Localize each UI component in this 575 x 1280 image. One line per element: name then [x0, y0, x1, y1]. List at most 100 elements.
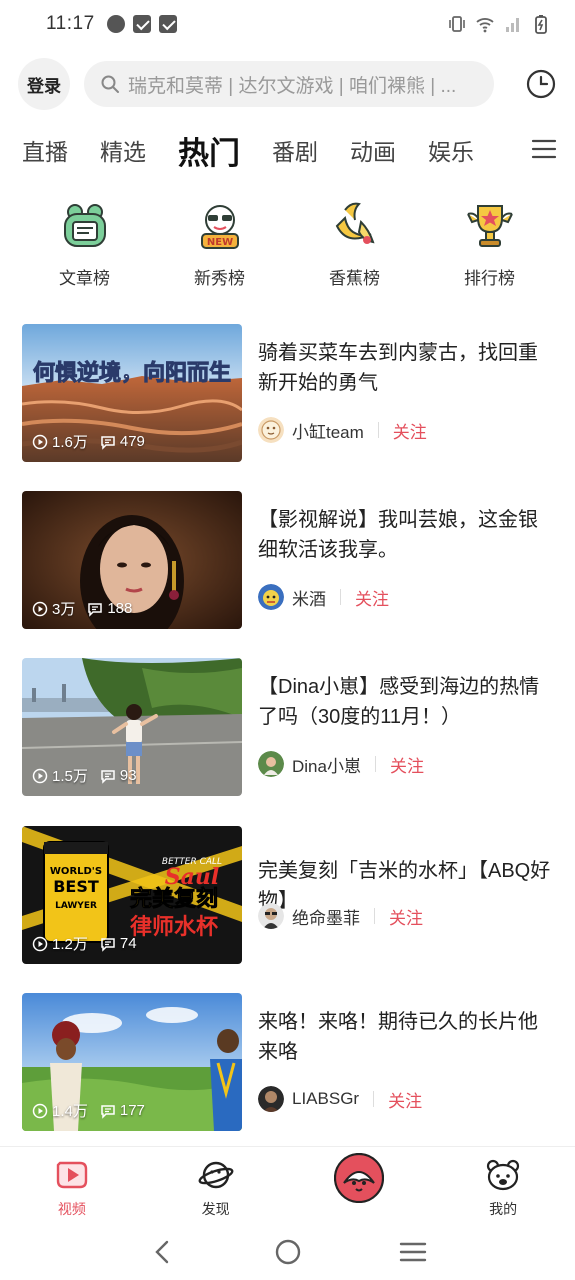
video-title[interactable]: 来咯！来咯！期待已久的长片他来咯: [258, 1007, 554, 1067]
divider: [374, 908, 375, 924]
author-name[interactable]: 米酒: [292, 585, 326, 610]
author-name[interactable]: 小缸team: [292, 418, 364, 443]
rank-banana[interactable]: 香蕉榜: [287, 200, 422, 296]
video-title[interactable]: 骑着买菜车去到内蒙古，找回重新开始的勇气: [258, 338, 554, 398]
play-count: 1.5万: [52, 768, 88, 785]
app-notification-icon: [132, 15, 151, 33]
video-title[interactable]: 【影视解说】我叫芸娘，这金银细软活该我享。: [258, 505, 554, 565]
menu-icon[interactable]: [531, 136, 557, 162]
comment-count: 188: [107, 600, 133, 617]
comment-icon: [101, 435, 115, 450]
play-count-icon: [32, 601, 48, 616]
comment-icon: [88, 602, 103, 617]
divider: [340, 589, 341, 605]
video-author-row: LIABSGr 关注: [258, 1085, 422, 1113]
notification-icons: [106, 15, 177, 33]
bear-profile-icon: [487, 1159, 520, 1191]
video-item[interactable]: 何惧逆境，向阳而生 1.6万 479 骑着买菜车去到内蒙古，找回重新开始的勇气 …: [22, 324, 552, 462]
thumbnail-caption: 何惧逆境，向阳而生: [33, 360, 231, 386]
nav-video[interactable]: 视频: [0, 1147, 144, 1224]
rank-leaderboard[interactable]: 排行榜: [422, 200, 557, 296]
follow-button[interactable]: 关注: [355, 585, 389, 610]
header: 登录 瑞克和莫蒂 | 达尔文游戏 | 咱们裸熊 | ...: [0, 56, 575, 112]
rank-article[interactable]: 文章榜: [17, 200, 152, 296]
tab-hot[interactable]: 热门: [178, 128, 240, 173]
video-item[interactable]: WORLD'S BEST LAWYER BETTER CALL Saul 完美复…: [22, 826, 552, 964]
app-notification-icon: [158, 15, 177, 33]
thumbnail-caption: 律师水杯: [130, 914, 218, 940]
search-placeholder: 瑞克和莫蒂 | 达尔文游戏 | 咱们裸熊 | ...: [128, 75, 457, 97]
follow-button[interactable]: 关注: [388, 1087, 422, 1112]
nav-center-publish[interactable]: [288, 1147, 432, 1224]
tab-animation[interactable]: 动画: [350, 133, 396, 167]
video-stats: 1.4万 177: [32, 1100, 145, 1121]
video-title[interactable]: 【Dina小崽】感受到海边的热情了吗（30度的11月！）: [258, 672, 554, 732]
video-play-icon: [56, 1161, 88, 1189]
avatar[interactable]: [258, 903, 284, 929]
video-item[interactable]: 1.5万 93 【Dina小崽】感受到海边的热情了吗（30度的11月！） Din…: [22, 658, 552, 796]
avatar[interactable]: [258, 751, 284, 777]
follow-button[interactable]: 关注: [389, 904, 423, 929]
video-thumbnail[interactable]: WORLD'S BEST LAWYER BETTER CALL Saul 完美复…: [22, 826, 242, 964]
video-author-row: Dina小崽 关注: [258, 750, 424, 778]
frog-article-icon: [63, 204, 106, 247]
rank-label: 文章榜: [59, 269, 110, 288]
comment-count: 479: [119, 433, 145, 450]
play-count: 1.2万: [52, 936, 88, 953]
divider: [374, 756, 376, 772]
video-thumbnail[interactable]: 3万 188: [22, 491, 242, 629]
history-clock-icon[interactable]: [525, 68, 557, 100]
category-tabs: 直播 精选 热门 番剧 动画 娱乐: [0, 124, 575, 176]
comment-icon: [101, 1104, 115, 1119]
tab-live[interactable]: 直播: [22, 133, 68, 167]
svg-text:NEW: NEW: [206, 237, 232, 248]
tab-featured[interactable]: 精选: [100, 133, 146, 167]
video-stats: 1.6万 479: [32, 431, 145, 452]
back-icon[interactable]: [148, 1237, 178, 1267]
comment-icon: [101, 937, 115, 952]
video-item[interactable]: 1.4万 177 来咯！来咯！期待已久的长片他来咯 LIABSGr 关注: [22, 993, 552, 1131]
rank-label: 新秀榜: [194, 269, 245, 288]
avatar[interactable]: [258, 584, 284, 610]
author-name[interactable]: 绝命墨菲: [292, 904, 360, 929]
author-name[interactable]: LIABSGr: [292, 1089, 359, 1109]
planet-icon: [198, 1161, 234, 1189]
login-button[interactable]: 登录: [18, 58, 70, 110]
video-stats: 1.5万 93: [32, 765, 137, 786]
video-thumbnail[interactable]: 1.5万 93: [22, 658, 242, 796]
avatar[interactable]: [258, 417, 284, 443]
home-icon[interactable]: [273, 1237, 303, 1267]
cup-text: LAWYER: [55, 901, 97, 911]
banana-icon: [335, 202, 374, 244]
nav-discover[interactable]: 发现: [144, 1147, 288, 1224]
video-author-row: 米酒 关注: [258, 583, 389, 611]
follow-button[interactable]: 关注: [393, 418, 427, 443]
search-input[interactable]: 瑞克和莫蒂 | 达尔文游戏 | 咱们裸熊 | ...: [84, 61, 494, 107]
nav-me[interactable]: 我的: [431, 1147, 575, 1224]
play-count: 1.6万: [52, 434, 88, 451]
cup-text: WORLD'S: [50, 866, 102, 877]
author-name[interactable]: Dina小崽: [292, 752, 361, 777]
publish-mascot-icon: [334, 1153, 385, 1203]
follow-button[interactable]: 关注: [390, 752, 424, 777]
thumbnail-caption: 完美复刻: [130, 886, 218, 912]
nav-label: 我的: [489, 1201, 518, 1217]
login-label: 登录: [27, 76, 61, 96]
system-navigation: [0, 1224, 575, 1280]
video-thumbnail[interactable]: 1.4万 177: [22, 993, 242, 1131]
video-item[interactable]: 3万 188 【影视解说】我叫芸娘，这金银细软活该我享。 米酒 关注: [22, 491, 552, 629]
bottom-navigation: 视频 发现 我的: [0, 1146, 575, 1224]
trophy-icon: [466, 205, 513, 247]
tab-anime-series[interactable]: 番剧: [272, 133, 318, 167]
play-count-icon: [32, 936, 48, 951]
rank-newcomer[interactable]: NEW 新秀榜: [152, 200, 287, 296]
divider: [377, 422, 379, 438]
recents-icon[interactable]: [398, 1237, 428, 1267]
tab-entertainment[interactable]: 娱乐: [428, 133, 474, 167]
video-thumbnail[interactable]: 何惧逆境，向阳而生 1.6万 479: [22, 324, 242, 462]
avatar[interactable]: [258, 1086, 284, 1112]
comment-count: 93: [119, 767, 137, 784]
play-count-icon: [32, 768, 48, 783]
play-count-icon: [32, 434, 48, 449]
cup-text: BEST: [53, 877, 99, 896]
